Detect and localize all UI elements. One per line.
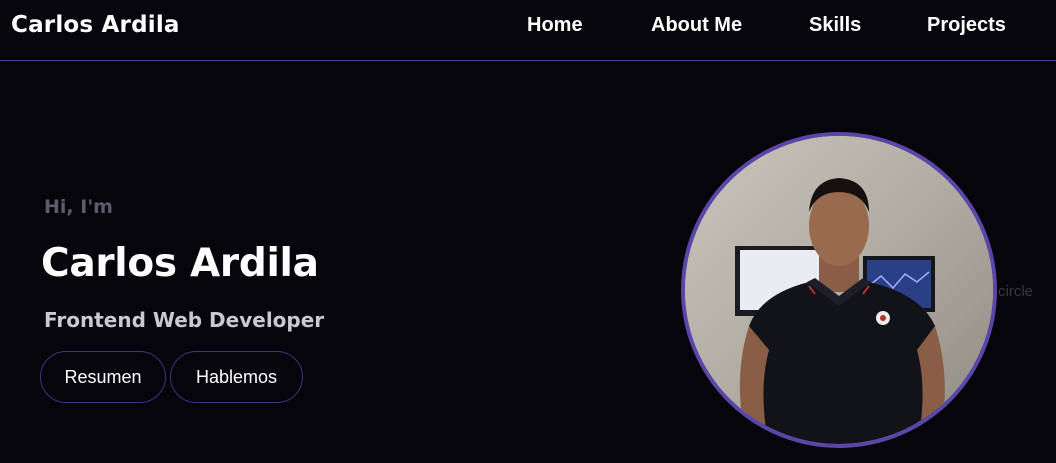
navbar: Carlos Ardila Home About Me Skills Proje… bbox=[0, 0, 1056, 61]
nav-about-link[interactable]: About Me bbox=[651, 14, 742, 37]
contact-button[interactable]: Hablemos bbox=[170, 351, 303, 403]
nav-projects-link[interactable]: Projects bbox=[927, 14, 1006, 37]
profile-photo-illustration bbox=[685, 136, 993, 444]
nav-links: Home About Me Skills Projects bbox=[0, 14, 1056, 38]
nav-skills-link[interactable]: Skills bbox=[809, 14, 861, 37]
hero-role: Frontend Web Developer bbox=[44, 308, 325, 332]
hero-greeting: Hi, I'm bbox=[44, 196, 113, 218]
resume-button[interactable]: Resumen bbox=[40, 351, 166, 403]
profile-photo bbox=[681, 132, 997, 448]
hero-name: Carlos Ardila bbox=[41, 241, 319, 286]
stray-text: circle bbox=[998, 283, 1034, 300]
nav-home-link[interactable]: Home bbox=[527, 14, 583, 37]
